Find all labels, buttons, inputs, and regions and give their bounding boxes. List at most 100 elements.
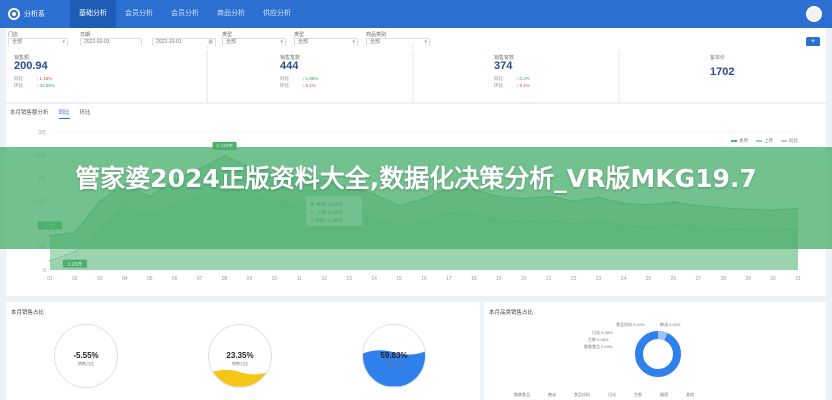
category-select-value: 全部 — [370, 39, 381, 45]
x-tick-label: 18 — [471, 276, 477, 282]
type-select-2-value: 全部 — [298, 39, 309, 45]
nav-item-goods[interactable]: 商品分析 — [208, 0, 254, 28]
donut-label: 散装食品 0.19% — [584, 344, 613, 349]
avatar[interactable] — [806, 6, 822, 22]
x-tick-label: 15 — [396, 276, 402, 282]
donut-label: 食品饮料 0.00% — [616, 322, 645, 327]
callout-label: 2.23万 — [68, 261, 82, 267]
legend-item[interactable]: 生鲜 — [634, 392, 642, 398]
nav-item-supply[interactable]: 供应分析 — [254, 0, 300, 28]
x-tick-label: 28 — [720, 276, 726, 282]
filter-label-type: 类型 — [222, 32, 233, 38]
category-donut — [635, 331, 681, 377]
x-tick-label: 21 — [546, 276, 552, 282]
brand-name: 分析系 — [24, 11, 45, 18]
kpi-row-value: ↑ 43.69% — [36, 83, 55, 88]
kpi-row-label: 环比 — [280, 83, 289, 88]
kpi-row-value: ↑ 5.1% — [302, 83, 316, 88]
donut-slice — [657, 331, 668, 341]
x-tick-label: 16 — [421, 276, 427, 282]
kpi-row: 环比 ↑ 5.1% — [280, 83, 316, 89]
kpi-card-orders: 销售笔数 444 同比 ↓ 1.95% 环比 ↑ 5.1% — [208, 46, 412, 102]
yellow-wave — [209, 369, 271, 387]
ratio-panel: 本月销售占比 -5.55% 销售占比 23.35% 销售占比 59.83% 销售… — [6, 302, 480, 400]
ratio-percent: 23.35% — [226, 351, 254, 360]
nav-item-member-2[interactable]: 会员分析 — [162, 0, 208, 28]
x-tick-label: 20 — [521, 276, 527, 282]
legend-item[interactable]: 散装食品 — [514, 392, 530, 398]
donut-label: 日化 0.38% — [592, 330, 613, 335]
ratio-percent: 59.83% — [380, 351, 408, 360]
x-tick-label: 24 — [621, 276, 627, 282]
filter-label-date: 日期 — [80, 32, 91, 38]
x-tick-label: 30 — [770, 276, 776, 282]
x-tick-label: 02 — [72, 276, 78, 282]
x-tick-label: 14 — [371, 276, 377, 282]
donut-label: 生鲜 0.08% — [588, 337, 609, 342]
x-tick-label: 17 — [446, 276, 452, 282]
ratio-label: 销售占比 — [78, 361, 94, 366]
x-tick-label: 26 — [671, 276, 677, 282]
date-end-value: 2022-10-01 — [156, 39, 182, 45]
calendar-icon: ▦ — [208, 39, 213, 45]
x-tick-label: 11 — [297, 276, 302, 282]
kpi-row-value: ↑ 1.15% — [36, 76, 53, 81]
kpi-row-label: 同比 — [280, 76, 289, 81]
ratio-label: 销售占比 — [232, 361, 248, 366]
kpi-value: 200.94 — [14, 60, 48, 72]
donut-ring-main — [635, 331, 681, 377]
kpi-title: 客单价 — [710, 55, 726, 61]
x-tick-label: 19 — [496, 276, 502, 282]
chevron-down-icon: ▾ — [352, 39, 355, 45]
ratio-ring: 23.35% 销售占比 — [208, 324, 272, 388]
legend-item[interactable]: 其他 — [686, 392, 694, 398]
x-tick-label: 06 — [172, 276, 178, 282]
kpi-card-avg: 客单价 1702 — [620, 46, 826, 102]
x-tick-label: 27 — [695, 276, 701, 282]
kpi-row: 环比 ↑ 43.69% — [14, 83, 55, 89]
type-select-value: 全部 — [226, 39, 237, 45]
legend-item[interactable]: 烟酒 — [660, 392, 668, 398]
legend-item[interactable]: 食品饮料 — [574, 392, 590, 398]
kpi-row-label: 环比 — [494, 83, 503, 88]
nav-item-basic[interactable]: 基础分析 — [70, 0, 116, 28]
ratio-ring: -5.55% 销售占比 — [54, 324, 118, 388]
filter-label-category: 商品类别 — [366, 32, 387, 38]
chevron-down-icon: ▾ — [280, 39, 283, 45]
category-legend: 散装食品 粮油 食品饮料 日化 生鲜 烟酒 其他 — [514, 392, 712, 398]
store-select-value: 全部 — [12, 39, 23, 45]
kpi-card-customers: 销售客数 374 同比 ↓ 0.2% 环比 ↑ 5.1% — [414, 46, 618, 102]
kpi-row-label: 同比 — [14, 76, 23, 81]
x-tick-label: 23 — [596, 276, 602, 282]
kpi-row: 同比 ↓ 0.2% — [494, 76, 530, 82]
kpi-row: 同比 ↑ 1.15% — [14, 76, 52, 82]
nav-menu: 基础分析 会员分析 会员分析 商品分析 供应分析 — [70, 0, 300, 28]
kpi-row-value: ↓ 1.95% — [302, 76, 319, 81]
top-nav: 分析系 基础分析 会员分析 会员分析 商品分析 供应分析 — [0, 0, 832, 28]
chevron-down-icon: ▾ — [424, 39, 427, 45]
x-tick-label: 01 — [47, 276, 53, 282]
legend-item[interactable]: 粮油 — [548, 392, 556, 398]
kpi-row-label: 环比 — [14, 83, 23, 88]
date-start-value: 2022-02-03 — [84, 39, 110, 45]
x-tick-label: 08 — [222, 276, 228, 282]
x-tick-label: 25 — [646, 276, 652, 282]
donut-label: 粮油 0.00% — [660, 322, 681, 327]
x-tick-label: 22 — [571, 276, 577, 282]
x-tick-label: 05 — [147, 276, 153, 282]
x-tick-label: 12 — [321, 276, 327, 282]
brand-logo[interactable]: 分析系 — [8, 8, 70, 20]
nav-item-member[interactable]: 会员分析 — [116, 0, 162, 28]
kpi-row: 同比 ↓ 1.95% — [280, 76, 318, 82]
kpi-value: 374 — [494, 60, 513, 72]
legend-item[interactable]: 日化 — [608, 392, 616, 398]
kpi-row-label: 同比 — [494, 76, 503, 81]
kpi-row-value: ↓ 0.2% — [516, 76, 530, 81]
ratio-ring: 59.83% 销售占比 — [362, 324, 426, 388]
x-tick-label: 03 — [97, 276, 103, 282]
kpi-card-sales: 销售额 200.94 同比 ↑ 1.15% 环比 ↑ 43.69% — [6, 46, 206, 102]
ratio-panel-title: 本月销售占比 — [11, 310, 45, 316]
x-tick-label: 10 — [272, 276, 278, 282]
x-tick-label: 04 — [122, 276, 128, 282]
ratio-percent: -5.55% — [73, 351, 99, 360]
